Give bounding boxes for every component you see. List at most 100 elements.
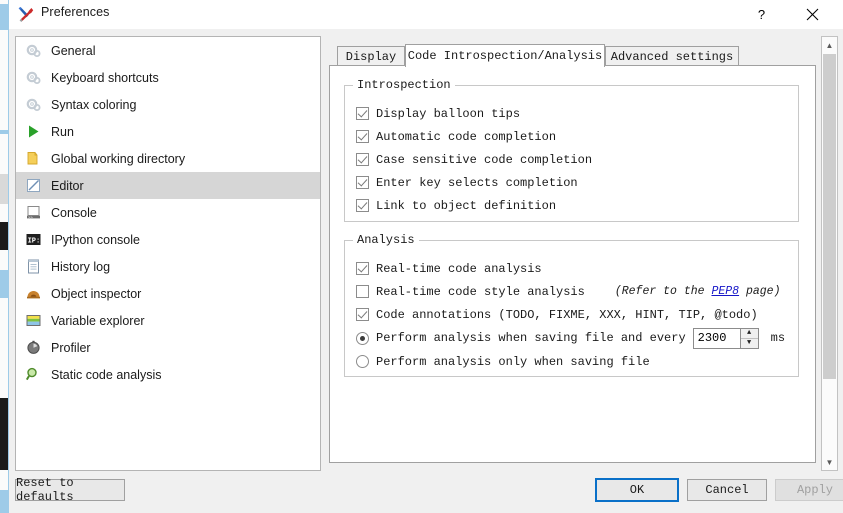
close-button[interactable] — [790, 0, 835, 29]
preferences-dialog: Preferences ? General Keyboard shortcuts… — [8, 0, 843, 513]
cancel-button[interactable]: Cancel — [687, 479, 767, 501]
checkbox-box[interactable] — [356, 153, 369, 166]
spin-up-button[interactable]: ▲ — [740, 329, 758, 339]
ok-button[interactable]: OK — [595, 478, 679, 502]
tab-display[interactable]: Display — [337, 46, 405, 66]
checkbox-code-annotations[interactable]: Code annotations (TODO, FIXME, XXX, HINT… — [356, 305, 758, 324]
radio-label: Perform analysis when saving file and ev… — [376, 331, 686, 345]
checkbox-label: Display balloon tips — [376, 106, 521, 121]
sidebar-item-history-log[interactable]: History log — [16, 253, 320, 280]
sidebar-item-object-inspector[interactable]: Object inspector — [16, 280, 320, 307]
checkbox-box[interactable] — [356, 308, 369, 321]
radio-button[interactable] — [356, 355, 369, 368]
checkbox-box[interactable] — [356, 107, 369, 120]
sidebar-item-global-working-directory[interactable]: Global working directory — [16, 145, 320, 172]
checkbox-link-to-object-definition[interactable]: Link to object definition — [356, 196, 556, 215]
checkbox-box[interactable] — [356, 199, 369, 212]
checkbox-box[interactable] — [356, 285, 369, 298]
window-title: Preferences — [41, 5, 110, 19]
settings-category-list[interactable]: General Keyboard shortcuts Syntax colori… — [15, 36, 321, 471]
play-icon — [25, 123, 42, 140]
checkbox-label: Link to object definition — [376, 198, 557, 213]
title-bar: Preferences ? — [9, 0, 843, 29]
analysis-group-title: Analysis — [353, 233, 419, 247]
pep8-hint-suffix: page) — [739, 285, 781, 298]
spin-down-button[interactable]: ▼ — [741, 339, 758, 348]
editor-pencil-icon — [25, 177, 42, 194]
sidebar-item-keyboard-shortcuts[interactable]: Keyboard shortcuts — [16, 64, 320, 91]
gear-icon — [25, 69, 42, 86]
checkbox-case-sensitive-code-completion[interactable]: Case sensitive code completion — [356, 150, 592, 169]
checkbox-label: Real-time code style analysis — [376, 284, 585, 299]
sidebar-item-label: Editor — [51, 178, 84, 193]
profiler-clock-icon — [25, 339, 42, 356]
tab-page-code-introspection: Introspection Display balloon tips Autom… — [329, 65, 816, 463]
scroll-up-arrow-icon[interactable]: ▲ — [822, 37, 837, 53]
analysis-interval-value[interactable]: 2300 — [694, 331, 727, 345]
sidebar-item-label: Console — [51, 205, 97, 220]
pep8-hint: (Refer to the PEP8 page) — [615, 285, 781, 298]
tab-code-introspection-analysis[interactable]: Code Introspection/Analysis — [405, 44, 605, 67]
checkbox-label: Code annotations (TODO, FIXME, XXX, HINT… — [376, 307, 758, 322]
sidebar-item-run[interactable]: Run — [16, 118, 320, 145]
gear-icon — [25, 96, 42, 113]
checkbox-label: Enter key selects completion — [376, 175, 578, 190]
checkbox-display-balloon-tips[interactable]: Display balloon tips — [356, 104, 520, 123]
checkbox-label: Automatic code completion — [376, 129, 557, 144]
sidebar-item-label: Keyboard shortcuts — [51, 70, 159, 85]
checkbox-box[interactable] — [356, 176, 369, 189]
checkbox-real-time-code-analysis[interactable]: Real-time code analysis — [356, 259, 542, 278]
introspection-group: Introspection Display balloon tips Autom… — [344, 78, 799, 222]
checkbox-enter-key-selects-completion[interactable]: Enter key selects completion — [356, 173, 578, 192]
sidebar-item-variable-explorer[interactable]: Variable explorer — [16, 307, 320, 334]
analysis-interval-spinbox[interactable]: 2300 ▲ ▼ — [692, 327, 759, 349]
help-button[interactable]: ? — [739, 0, 784, 29]
sidebar-item-profiler[interactable]: Profiler — [16, 334, 320, 361]
tools-icon — [17, 6, 34, 23]
variable-explorer-icon — [25, 312, 42, 329]
radio-perform-analysis-when-saving-and-every[interactable]: Perform analysis when saving file and ev… — [356, 327, 785, 349]
checkbox-box[interactable] — [356, 262, 369, 275]
sidebar-item-label: Profiler — [51, 340, 91, 355]
magnifier-icon — [25, 366, 42, 383]
analysis-interval-unit: ms — [770, 331, 786, 345]
sidebar-item-general[interactable]: General — [16, 37, 320, 64]
checkbox-box[interactable] — [356, 130, 369, 143]
sidebar-item-label: Global working directory — [51, 151, 186, 166]
background-window-sliver — [0, 0, 8, 513]
settings-detail-panel: Display Code Introspection/Analysis Adva… — [329, 36, 838, 471]
sidebar-item-static-code-analysis[interactable]: Static code analysis — [16, 361, 320, 388]
reset-to-defaults-button[interactable]: Reset to defaults — [15, 476, 125, 504]
notebook-icon — [25, 258, 42, 275]
object-inspector-icon — [25, 285, 42, 302]
radio-button[interactable] — [356, 331, 369, 345]
folder-icon — [25, 150, 42, 167]
sidebar-item-label: IPython console — [51, 232, 140, 247]
sidebar-item-label: Static code analysis — [51, 367, 162, 382]
scroll-down-arrow-icon[interactable]: ▼ — [822, 454, 837, 470]
svg-text:IP:: IP: — [28, 237, 41, 245]
radio-perform-analysis-only-when-saving[interactable]: Perform analysis only when saving file — [356, 352, 650, 371]
analysis-group: Analysis Real-time code analysis Real-ti… — [344, 233, 799, 377]
sidebar-item-console[interactable]: >> Console — [16, 199, 320, 226]
checkbox-automatic-code-completion[interactable]: Automatic code completion — [356, 127, 556, 146]
checkbox-real-time-code-style-analysis[interactable]: Real-time code style analysis (Refer to … — [356, 282, 781, 301]
checkbox-label: Real-time code analysis — [376, 261, 542, 276]
tab-strip: Display Code Introspection/Analysis Adva… — [329, 44, 819, 67]
gear-icon — [25, 42, 42, 59]
scrollbar-thumb[interactable] — [823, 54, 836, 379]
sidebar-item-label: Variable explorer — [51, 313, 145, 328]
pep8-link[interactable]: PEP8 — [711, 285, 739, 298]
sidebar-item-label: Run — [51, 124, 74, 139]
vertical-scrollbar[interactable]: ▲ ▼ — [821, 36, 838, 471]
sidebar-item-ipython-console[interactable]: IP: IPython console — [16, 226, 320, 253]
sidebar-item-syntax-coloring[interactable]: Syntax coloring — [16, 91, 320, 118]
radio-label: Perform analysis only when saving file — [376, 354, 650, 369]
tab-advanced-settings[interactable]: Advanced settings — [605, 46, 739, 66]
spinbox-buttons[interactable]: ▲ ▼ — [739, 328, 758, 348]
checkbox-label: Case sensitive code completion — [376, 152, 593, 167]
console-icon: >> — [25, 204, 42, 221]
close-icon — [806, 8, 819, 21]
introspection-group-title: Introspection — [353, 78, 455, 92]
sidebar-item-editor[interactable]: Editor — [16, 172, 320, 199]
